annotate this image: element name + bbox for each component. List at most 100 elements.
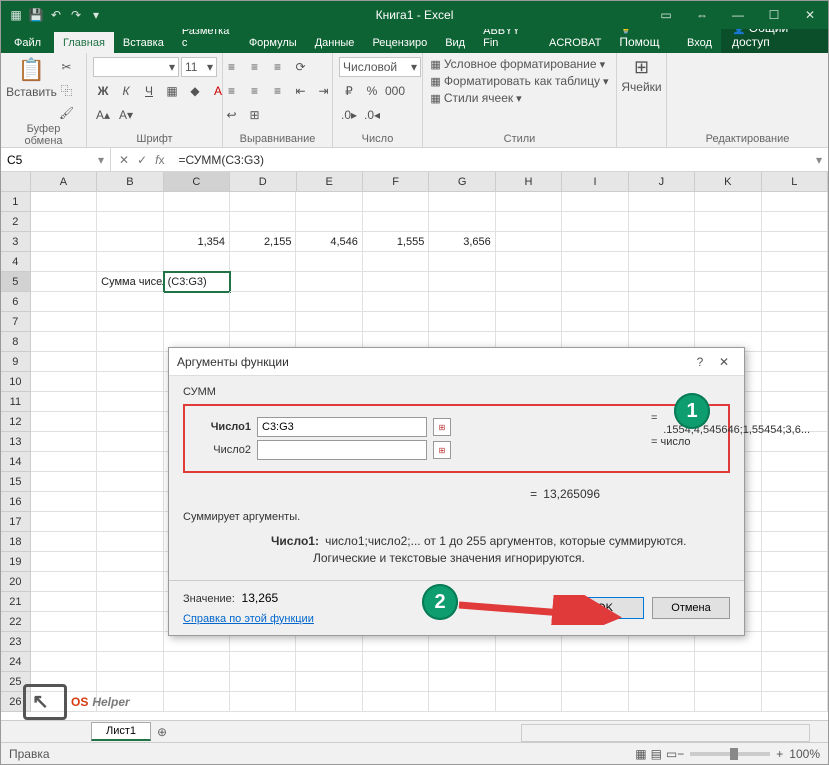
dialog-titlebar[interactable]: Аргументы функции ? ✕	[169, 348, 744, 376]
cell[interactable]	[762, 652, 828, 672]
zoom-out-icon[interactable]: −	[677, 747, 684, 761]
arrows-icon[interactable]: ⇔	[684, 1, 720, 29]
row-header[interactable]: 13	[1, 432, 31, 452]
cell[interactable]	[31, 292, 97, 312]
cell-styles-button[interactable]: ▦ Стили ячеек ▾	[430, 91, 521, 105]
cell[interactable]	[97, 252, 163, 272]
cell[interactable]	[97, 612, 163, 632]
col-header[interactable]: D	[230, 172, 296, 191]
cell[interactable]	[429, 672, 495, 692]
cond-format-button[interactable]: ▦ Условное форматирование ▾	[430, 57, 605, 71]
cell[interactable]	[562, 272, 628, 292]
cell[interactable]	[230, 252, 296, 272]
cell[interactable]	[31, 452, 97, 472]
cell[interactable]	[695, 232, 761, 252]
qat-more-icon[interactable]: ▾	[87, 6, 105, 24]
cell[interactable]	[296, 192, 362, 212]
cell[interactable]	[429, 252, 495, 272]
row-header[interactable]: 21	[1, 592, 31, 612]
zoom-in-icon[interactable]: +	[776, 747, 783, 761]
cell[interactable]	[164, 672, 230, 692]
cell[interactable]	[562, 192, 628, 212]
cell[interactable]	[629, 292, 695, 312]
tab-insert[interactable]: Вставка	[114, 32, 173, 53]
cell[interactable]	[164, 292, 230, 312]
cell[interactable]	[762, 512, 828, 532]
view-layout-icon[interactable]: ▤	[651, 747, 662, 761]
range-select-icon[interactable]: ⊞	[433, 441, 451, 459]
cell[interactable]	[562, 252, 628, 272]
cell[interactable]	[762, 632, 828, 652]
cell[interactable]	[230, 272, 296, 292]
save-icon[interactable]: 💾	[27, 6, 45, 24]
formula-bar[interactable]: =СУММ(C3:G3)	[172, 153, 810, 167]
cell[interactable]	[762, 532, 828, 552]
cell[interactable]	[695, 672, 761, 692]
cell[interactable]	[97, 632, 163, 652]
arg1-input[interactable]	[257, 417, 427, 437]
cell[interactable]	[97, 232, 163, 252]
cell[interactable]	[762, 392, 828, 412]
cell[interactable]: Сумма чисел:	[97, 272, 163, 292]
cell[interactable]	[31, 512, 97, 532]
row-header[interactable]: 17	[1, 512, 31, 532]
cell[interactable]	[97, 432, 163, 452]
cell[interactable]	[429, 652, 495, 672]
align-center-icon[interactable]: ≡	[245, 81, 265, 101]
indent-inc-icon[interactable]: ⇥	[314, 81, 334, 101]
row-header[interactable]: 16	[1, 492, 31, 512]
font-size-combo[interactable]: 11▾	[181, 57, 217, 77]
cell[interactable]	[496, 692, 562, 712]
cell[interactable]	[363, 192, 429, 212]
cell[interactable]	[496, 192, 562, 212]
col-header[interactable]: J	[629, 172, 695, 191]
row-header[interactable]: 1	[1, 192, 31, 212]
cell[interactable]	[31, 412, 97, 432]
cell[interactable]	[97, 472, 163, 492]
cell[interactable]	[429, 192, 495, 212]
cell[interactable]	[97, 392, 163, 412]
percent-icon[interactable]: %	[362, 81, 382, 101]
view-normal-icon[interactable]: ▦	[635, 747, 646, 761]
cell[interactable]	[296, 292, 362, 312]
cell[interactable]	[97, 552, 163, 572]
cell[interactable]	[31, 492, 97, 512]
cell[interactable]	[762, 452, 828, 472]
cell[interactable]	[629, 232, 695, 252]
arg2-input[interactable]	[257, 440, 427, 460]
row-header[interactable]: 4	[1, 252, 31, 272]
cell[interactable]	[97, 372, 163, 392]
align-bot-icon[interactable]: ≡	[268, 57, 288, 77]
cell[interactable]	[31, 612, 97, 632]
cell[interactable]	[97, 212, 163, 232]
align-top-icon[interactable]: ≡	[222, 57, 242, 77]
format-painter-icon[interactable]: 🖌	[57, 103, 77, 123]
decrease-font-icon[interactable]: A▾	[116, 105, 136, 125]
cell[interactable]	[230, 312, 296, 332]
merge-icon[interactable]: ⊞	[245, 105, 265, 125]
cell[interactable]	[629, 672, 695, 692]
row-header[interactable]: 19	[1, 552, 31, 572]
cell[interactable]	[562, 312, 628, 332]
cell[interactable]	[762, 472, 828, 492]
cell[interactable]	[296, 672, 362, 692]
cell[interactable]	[562, 232, 628, 252]
cell[interactable]: 2,155	[230, 232, 296, 252]
cell[interactable]	[496, 272, 562, 292]
cell[interactable]	[230, 192, 296, 212]
cell[interactable]	[31, 472, 97, 492]
cell[interactable]	[629, 272, 695, 292]
cell[interactable]	[296, 652, 362, 672]
cell[interactable]	[31, 552, 97, 572]
cell[interactable]	[496, 212, 562, 232]
zoom-slider[interactable]	[690, 752, 770, 756]
cell[interactable]	[363, 672, 429, 692]
cell[interactable]	[97, 532, 163, 552]
cell[interactable]	[762, 692, 828, 712]
cell[interactable]	[363, 212, 429, 232]
paste-button[interactable]: 📋 Вставить	[11, 57, 53, 99]
col-header[interactable]: L	[762, 172, 828, 191]
col-header[interactable]: E	[297, 172, 363, 191]
row-header[interactable]: 24	[1, 652, 31, 672]
dec-decimal-icon[interactable]: .0◂	[362, 105, 382, 125]
